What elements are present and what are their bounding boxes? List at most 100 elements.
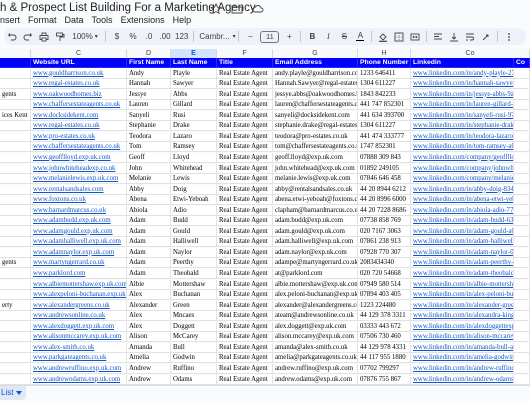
phone-cell[interactable]: 1304 611227: [358, 121, 411, 132]
website-cell[interactable]: www.albiemottershaw.exp.uk.com: [31, 279, 127, 290]
phone-cell[interactable]: 1843 842233: [358, 89, 411, 100]
company-cell[interactable]: [0, 68, 31, 79]
last-name-cell[interactable]: Godwin: [171, 353, 217, 364]
email-cell[interactable]: alex.doggett@exp.uk.com: [273, 321, 358, 332]
merge-cells-icon[interactable]: [407, 29, 423, 44]
last-name-cell[interactable]: Ramsey: [171, 142, 217, 153]
linkedin-cell[interactable]: www.linkedin.com/in/sanyeli-rusi-976: [411, 110, 514, 121]
company-linkedin-cell[interactable]: [514, 237, 530, 248]
company-cell[interactable]: gents: [0, 89, 31, 100]
company-cell[interactable]: [0, 237, 31, 248]
title-cell[interactable]: Real Estate Agent: [217, 184, 273, 195]
email-cell[interactable]: alex.peloni-buchanan@exp.uk.co: [273, 290, 358, 301]
phone-cell[interactable]: 44 20 8996 6000: [358, 195, 411, 206]
header-cell-linkedin[interactable]: Linkedin: [411, 58, 514, 68]
last-name-cell[interactable]: McCarey: [171, 332, 217, 343]
email-cell[interactable]: john.whitehead@exp.uk.com: [273, 163, 358, 174]
title-cell[interactable]: Real Estate Agent: [217, 205, 273, 216]
website-cell[interactable]: www.melanielewis.exp.uk.com: [31, 174, 127, 185]
company-linkedin-cell[interactable]: [514, 205, 530, 216]
phone-cell[interactable]: 07861 238 913: [358, 237, 411, 248]
header-cell-company-linkedin[interactable]: Co: [514, 58, 530, 68]
zoom-select[interactable]: 100% ▾: [68, 29, 102, 44]
phone-cell[interactable]: 44 129 378 3311: [358, 311, 411, 322]
paint-format-icon[interactable]: [52, 29, 68, 44]
last-name-cell[interactable]: Doig: [171, 184, 217, 195]
company-linkedin-cell[interactable]: [514, 152, 530, 163]
email-cell[interactable]: lauren@chaffersestateagents.co.u: [273, 100, 358, 111]
company-linkedin-cell[interactable]: [514, 79, 530, 90]
email-cell[interactable]: clapham@barnardmarcus.co.uk: [273, 205, 358, 216]
last-name-cell[interactable]: Whitehead: [171, 163, 217, 174]
company-cell[interactable]: [0, 374, 31, 385]
website-cell[interactable]: www.adamnaylor.exp.uk.com: [31, 247, 127, 258]
title-cell[interactable]: Real Estate Agent: [217, 68, 273, 79]
phone-cell[interactable]: 1223 224480: [358, 300, 411, 311]
increase-font-size-button[interactable]: +: [281, 29, 297, 44]
website-cell[interactable]: www.barnardmarcus.co.uk: [31, 205, 127, 216]
phone-cell[interactable]: 441 747 852301: [358, 100, 411, 111]
website-cell[interactable]: www.docksidekent.com: [31, 110, 127, 121]
header-cell-company[interactable]: [0, 58, 31, 68]
bold-button[interactable]: B: [304, 29, 320, 44]
title-cell[interactable]: Real Estate Agent: [217, 110, 273, 121]
linkedin-cell[interactable]: www.linkedin.com/in/lauren-gillard-5: [411, 100, 514, 111]
phone-cell[interactable]: 44 20 8944 6212: [358, 184, 411, 195]
first-name-cell[interactable]: Alexander: [127, 300, 171, 311]
website-cell[interactable]: www.gouldharrison.co.uk: [31, 68, 127, 79]
website-cell[interactable]: www.parklord.com: [31, 269, 127, 279]
linkedin-cell[interactable]: www.linkedin.com/in/alexandra-king: [411, 311, 514, 322]
company-cell[interactable]: [0, 131, 31, 142]
first-name-cell[interactable]: Andrew: [127, 363, 171, 374]
company-cell[interactable]: [0, 163, 31, 174]
email-cell[interactable]: andy.playle@gouldharrison.co.uk: [273, 68, 358, 79]
company-linkedin-cell[interactable]: [514, 374, 530, 385]
company-linkedin-cell[interactable]: [514, 184, 530, 195]
more-options-icon[interactable]: [501, 29, 517, 44]
header-cell-title[interactable]: Title: [217, 58, 273, 68]
email-cell[interactable]: at@parklord.com: [273, 269, 358, 279]
website-cell[interactable]: www.andrewodams.exp.uk.com: [31, 374, 127, 385]
website-cell[interactable]: www.alexpeloni-buchanan.exp.uk.c: [31, 290, 127, 301]
first-name-cell[interactable]: Adam: [127, 226, 171, 237]
increase-decimal-button[interactable]: .00: [157, 29, 173, 44]
linkedin-cell[interactable]: www.linkedin.com/in/tom-ramsey-a0: [411, 142, 514, 153]
percent-format-button[interactable]: %: [125, 29, 141, 44]
phone-cell[interactable]: 1233 646411: [358, 68, 411, 79]
menu-format[interactable]: Format: [28, 15, 57, 29]
first-name-cell[interactable]: Jessye: [127, 89, 171, 100]
company-cell[interactable]: [0, 290, 31, 301]
title-cell[interactable]: Real Estate Agent: [217, 247, 273, 258]
title-cell[interactable]: Real Estate Agent: [217, 321, 273, 332]
linkedin-cell[interactable]: www.linkedin.com/in/andrew-odams: [411, 374, 514, 385]
linkedin-cell[interactable]: www.linkedin.com/in/alexdoggettexp: [411, 321, 514, 332]
website-cell[interactable]: www.geofflloyd.exp.uk.com: [31, 152, 127, 163]
linkedin-cell[interactable]: www.linkedin.com/in/adam-naylor-0b: [411, 247, 514, 258]
last-name-cell[interactable]: Odams: [171, 374, 217, 385]
linkedin-cell[interactable]: www.linkedin.com/in/hannah-sawyer: [411, 79, 514, 90]
last-name-cell[interactable]: Mncaes: [171, 311, 217, 322]
email-cell[interactable]: melanie.lewis@exp.uk.com: [273, 174, 358, 185]
phone-cell[interactable]: 07506 730 460: [358, 332, 411, 343]
company-linkedin-cell[interactable]: [514, 142, 530, 153]
title-cell[interactable]: Real Estate Agent: [217, 269, 273, 279]
website-cell[interactable]: www.parkgateagents.co.uk: [31, 353, 127, 364]
linkedin-cell[interactable]: www.linkedin.com/in/adam-peerthy-: [411, 258, 514, 269]
first-name-cell[interactable]: Alex: [127, 311, 171, 322]
last-name-cell[interactable]: Lazaro: [171, 131, 217, 142]
title-cell[interactable]: Real Estate Agent: [217, 79, 273, 90]
last-name-cell[interactable]: Etwi-Yeboah: [171, 195, 217, 206]
title-cell[interactable]: Real Estate Agent: [217, 131, 273, 142]
company-linkedin-cell[interactable]: [514, 279, 530, 290]
linkedin-cell[interactable]: www.linkedin.com/company/geofflloy: [411, 152, 514, 163]
company-cell[interactable]: gents: [0, 258, 31, 269]
email-cell[interactable]: amelia@parkgateagents.co.uk: [273, 353, 358, 364]
italic-button[interactable]: I: [320, 29, 336, 44]
star-icon[interactable]: [210, 3, 222, 15]
company-linkedin-cell[interactable]: [514, 311, 530, 322]
phone-cell[interactable]: 1304 611227: [358, 79, 411, 90]
first-name-cell[interactable]: Abby: [127, 184, 171, 195]
last-name-cell[interactable]: Halliwell: [171, 237, 217, 248]
phone-cell[interactable]: 2083434340: [358, 258, 411, 269]
email-cell[interactable]: jessye.abbs@oakwoodhomes.biz: [273, 89, 358, 100]
